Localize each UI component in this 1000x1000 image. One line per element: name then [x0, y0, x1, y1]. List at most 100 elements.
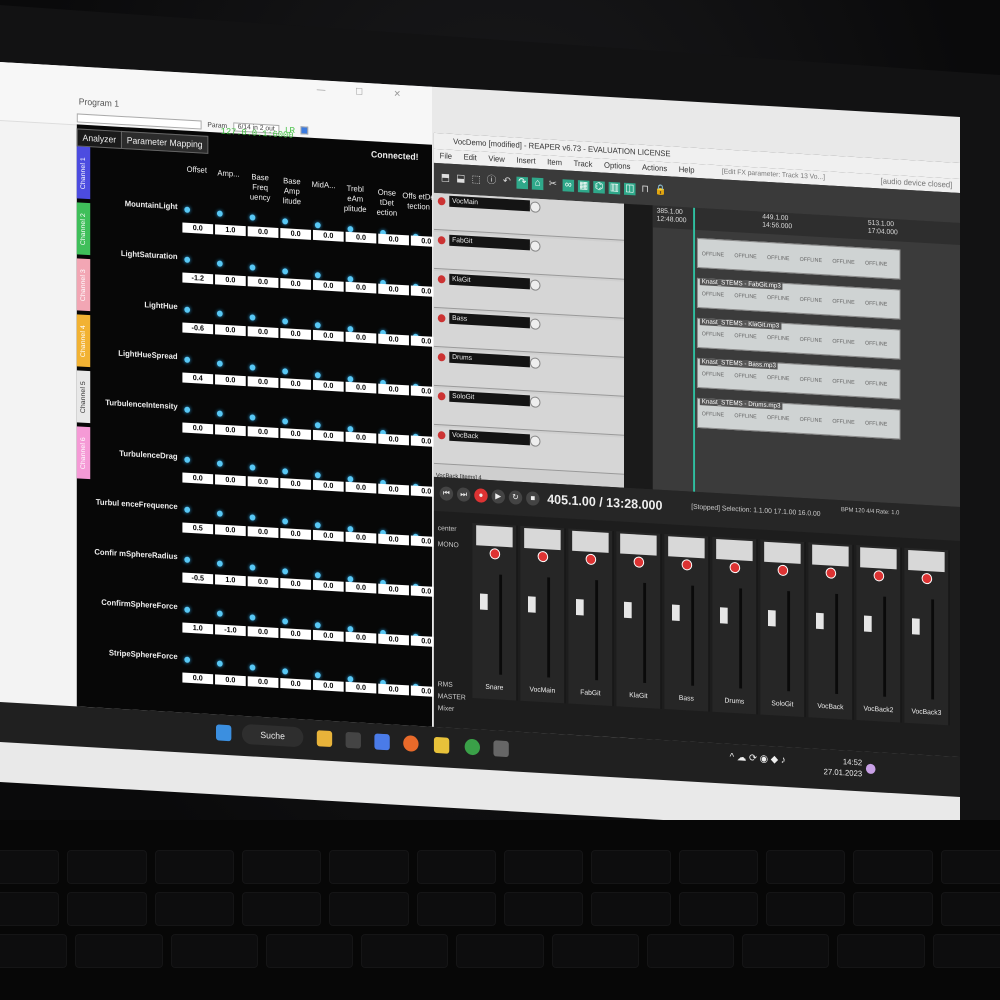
value-field[interactable]: 0.0 — [312, 279, 344, 292]
parameter-knob[interactable] — [282, 468, 288, 475]
value-field[interactable]: 0.0 — [247, 626, 279, 638]
media-item[interactable]: Knast_STEMS - Bass.mp3 OFFLINE OFFLINE OFFL… — [696, 357, 901, 400]
parameter-knob[interactable] — [184, 656, 191, 663]
record-arm-button[interactable] — [633, 556, 645, 568]
record-arm-button[interactable] — [729, 561, 741, 574]
track-name[interactable]: SoloGit — [449, 390, 530, 407]
parameter-knob[interactable] — [249, 264, 256, 271]
parameter-knob[interactable] — [314, 222, 321, 229]
parameter-knob[interactable] — [249, 314, 256, 321]
value-field[interactable]: 0.0 — [345, 581, 377, 594]
toolbar-icon[interactable]: ⬓ — [455, 173, 467, 186]
parameter-knob[interactable] — [282, 268, 288, 275]
value-field[interactable]: 0.0 — [280, 328, 312, 340]
record-arm-button[interactable] — [921, 572, 933, 585]
fx-slot[interactable] — [572, 530, 609, 553]
value-field[interactable]: 0.0 — [182, 222, 214, 235]
value-field[interactable]: 0.0 — [280, 678, 312, 690]
volume-fader[interactable] — [576, 599, 584, 616]
fx-slot[interactable] — [908, 550, 945, 573]
parameter-knob[interactable] — [216, 560, 223, 567]
value-field[interactable]: 0.0 — [247, 426, 279, 438]
record-arm-button[interactable] — [681, 559, 693, 571]
parameter-knob[interactable] — [314, 272, 321, 279]
toolbar-icon[interactable]: ⌬ — [593, 180, 605, 194]
parameter-knob[interactable] — [184, 206, 191, 213]
parameter-knob[interactable] — [216, 260, 223, 267]
value-field[interactable]: 0.0 — [215, 474, 246, 487]
parameter-knob[interactable] — [216, 510, 223, 517]
record-button[interactable]: ● — [474, 488, 488, 503]
volume-fader[interactable] — [912, 618, 920, 635]
value-field[interactable]: 0.0 — [345, 331, 377, 344]
record-arm-button[interactable] — [437, 314, 446, 323]
parameter-knob[interactable] — [249, 664, 256, 671]
value-field[interactable]: 0.0 — [247, 476, 279, 488]
fx-slot[interactable] — [812, 544, 849, 567]
parameter-knob[interactable] — [249, 564, 256, 571]
stop-button[interactable]: ■ — [526, 491, 540, 506]
value-field[interactable]: 0.0 — [247, 276, 279, 288]
value-field[interactable]: 0.0 — [378, 383, 409, 396]
parameter-knob[interactable] — [184, 456, 191, 463]
volume-knob[interactable] — [529, 240, 541, 252]
value-field[interactable]: 0.0 — [280, 478, 312, 490]
firefox-icon[interactable] — [403, 735, 419, 752]
record-arm-button[interactable] — [437, 197, 446, 206]
value-field[interactable]: 0.0 — [378, 283, 409, 296]
value-field[interactable]: 0.0 — [312, 329, 344, 342]
menu-item[interactable]: Track — [574, 157, 593, 172]
parameter-knob[interactable] — [216, 610, 223, 617]
parameter-knob[interactable] — [216, 210, 223, 217]
value-field[interactable]: 1.0 — [182, 622, 214, 635]
value-field[interactable]: 0.0 — [247, 226, 279, 238]
parameter-knob[interactable] — [184, 256, 191, 263]
value-field[interactable]: 0.0 — [215, 524, 246, 537]
volume-fader[interactable] — [720, 607, 728, 624]
value-field[interactable]: 0.0 — [378, 333, 409, 346]
file-explorer-icon[interactable] — [316, 730, 333, 748]
value-field[interactable]: 0.0 — [345, 431, 377, 444]
value-field[interactable]: 0.0 — [280, 578, 312, 590]
toolbar-icon[interactable]: ↶ — [501, 176, 513, 189]
parameter-knob[interactable] — [314, 472, 321, 479]
record-arm-button[interactable] — [437, 236, 446, 245]
parameter-knob[interactable] — [282, 318, 288, 325]
value-field[interactable]: -1.2 — [182, 272, 214, 285]
channel-tab[interactable]: Channel 3 — [76, 258, 91, 312]
value-field[interactable]: 0.0 — [182, 672, 214, 685]
track-name[interactable]: VocBack — [449, 429, 530, 446]
parameter-knob[interactable] — [282, 518, 288, 525]
track-name[interactable]: Bass — [449, 312, 530, 329]
toolbar-icon[interactable]: ◫ — [624, 182, 636, 196]
tempo-display[interactable]: BPM 120 4/4 Rate: 1.0 — [841, 506, 899, 517]
value-field[interactable]: 0.0 — [182, 472, 214, 485]
volume-knob[interactable] — [529, 435, 541, 447]
channel-tab[interactable]: Channel 6 — [76, 426, 91, 480]
value-field[interactable]: 0.0 — [215, 324, 246, 337]
menu-item[interactable]: Options — [604, 159, 630, 175]
fx-slot[interactable] — [524, 528, 561, 551]
parameter-knob[interactable] — [249, 464, 256, 471]
record-arm-button[interactable] — [489, 548, 501, 560]
track-name[interactable]: FabGit — [449, 234, 530, 251]
record-arm-button[interactable] — [437, 275, 446, 284]
search-button[interactable]: Suche — [241, 723, 304, 748]
media-item[interactable]: Knast_STEMS - Drums.mp3 OFFLINE OFFLINE OFF… — [696, 397, 901, 440]
value-field[interactable]: 0.0 — [345, 681, 377, 694]
parameter-knob[interactable] — [282, 368, 288, 375]
volume-fader[interactable] — [624, 601, 632, 619]
value-field[interactable]: 0.0 — [215, 424, 246, 437]
enable-checkbox[interactable] — [300, 126, 309, 135]
toolbar-icon[interactable]: ✂ — [547, 178, 559, 191]
parameter-knob[interactable] — [282, 618, 288, 625]
menu-item[interactable]: View — [488, 152, 505, 167]
value-field[interactable]: 0.0 — [378, 483, 409, 496]
parameter-knob[interactable] — [216, 660, 223, 667]
volume-knob[interactable] — [529, 279, 541, 291]
menu-item[interactable]: Item — [547, 155, 562, 170]
value-field[interactable]: 0.0 — [312, 579, 344, 592]
value-field[interactable]: 0.0 — [215, 674, 246, 687]
value-field[interactable]: 0.0 — [312, 479, 344, 492]
parameter-knob[interactable] — [314, 322, 321, 329]
